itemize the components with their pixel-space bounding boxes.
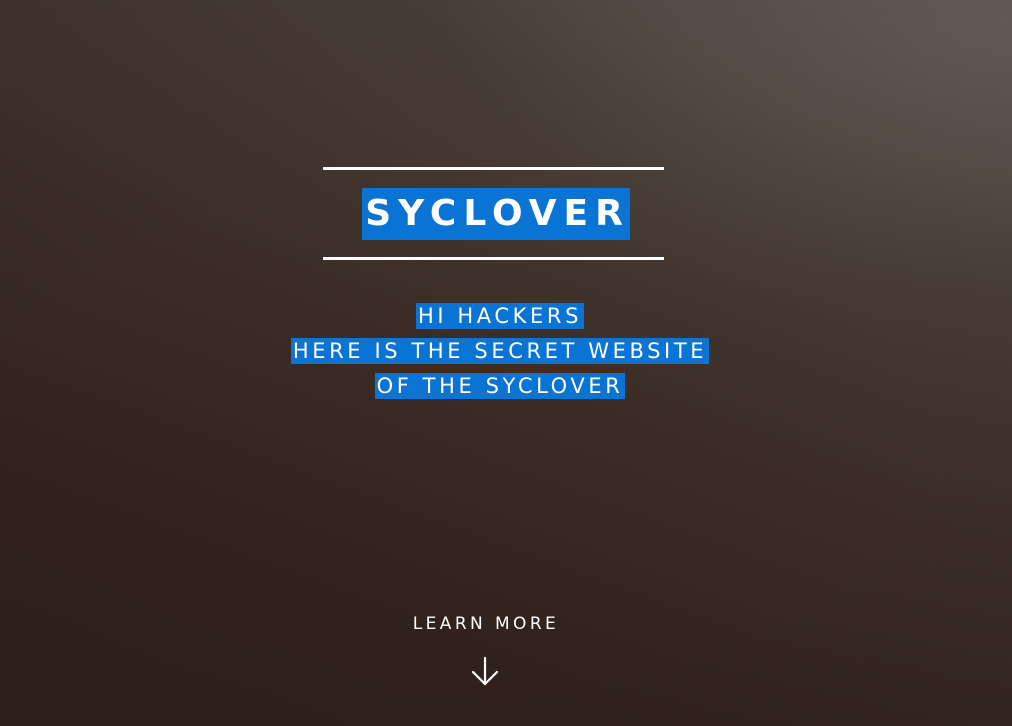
arrow-down-icon[interactable] [470, 656, 500, 688]
subtitle-line-1: HI HACKERS [0, 302, 1012, 337]
subtitle-line-3: OF THE SYCLOVER [0, 372, 1012, 407]
subtitle-line-2: HERE IS THE SECRET WEBSITE [0, 337, 1012, 372]
title-container: SYCLOVER [0, 188, 1012, 240]
title-rule-top [323, 167, 664, 170]
site-title: SYCLOVER [362, 188, 630, 240]
hero-subtitle: HI HACKERS HERE IS THE SECRET WEBSITE OF… [0, 302, 1012, 407]
learn-more-label: LEARN MORE [412, 614, 560, 634]
learn-more-link[interactable]: LEARN MORE [0, 614, 1012, 634]
subtitle-text-1: HI HACKERS [415, 303, 585, 329]
title-rule-bottom [323, 257, 664, 260]
subtitle-text-3: OF THE SYCLOVER [374, 373, 626, 399]
subtitle-text-2: HERE IS THE SECRET WEBSITE [290, 338, 710, 364]
